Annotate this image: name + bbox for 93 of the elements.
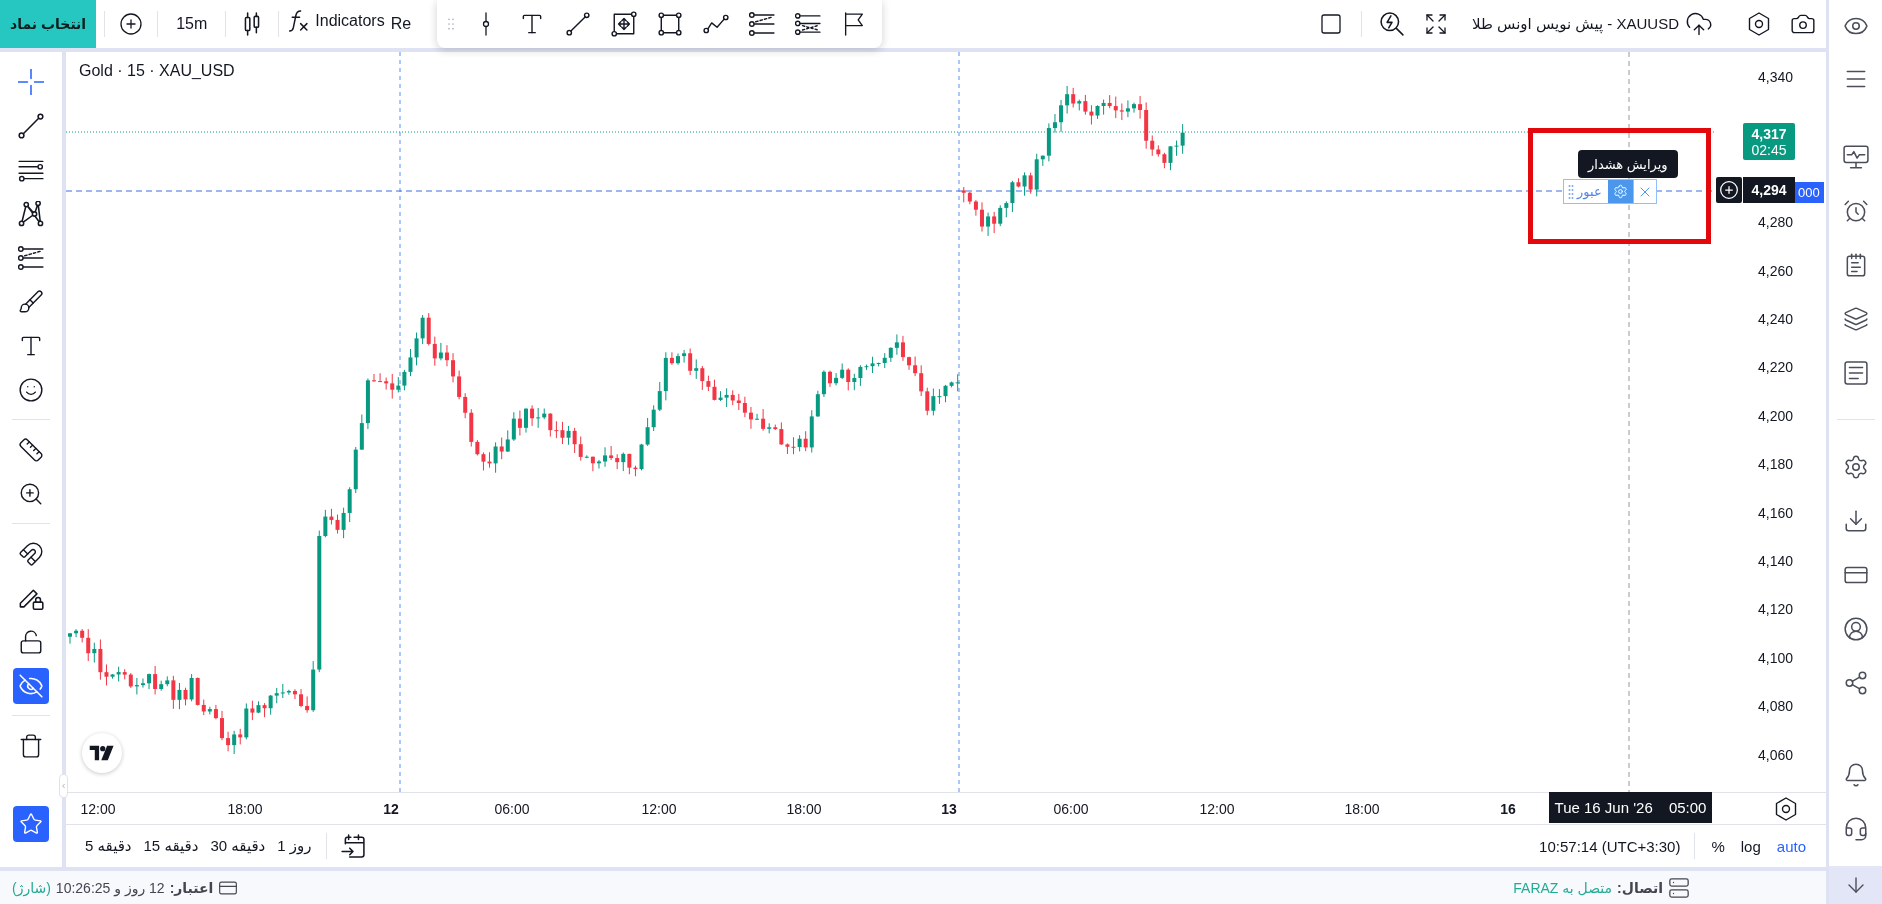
rectangle-icon[interactable] bbox=[658, 12, 682, 36]
crosshair-price-tag: 4,294 bbox=[1743, 177, 1795, 203]
countdown-timer: 02:45 bbox=[1751, 141, 1787, 158]
alert-label: عبور bbox=[1575, 183, 1603, 202]
time-range-button[interactable]: 5 دقیقه bbox=[79, 833, 138, 859]
monitor-pulse-icon[interactable] bbox=[1842, 144, 1869, 170]
trend-line-icon[interactable] bbox=[18, 113, 44, 139]
function-icon[interactable] bbox=[287, 10, 310, 32]
alert-settings-button[interactable] bbox=[1607, 180, 1633, 203]
connection-value: متصل به FARAZ bbox=[1513, 879, 1613, 896]
price-axis[interactable]: 4,340 4,280 4,260 4,240 4,220 4,200 4,180 4,160 4,140 4,120 4,100 4,080 4,060 4,317 02:45 4,294 000 bbox=[1714, 52, 1826, 792]
interval-button[interactable]: 15m bbox=[166, 0, 218, 48]
time-label: 18:00 bbox=[1344, 800, 1380, 817]
drag-handle-icon[interactable] bbox=[445, 18, 457, 30]
time-axis[interactable]: 12:00 18:00 12 06:00 12:00 18:00 13 06:00 12:00 18:00 16 Tue 16 Jun '26 05:00 bbox=[66, 792, 1826, 824]
time-label: 12:00 bbox=[80, 800, 116, 817]
headset-icon[interactable] bbox=[1842, 816, 1869, 842]
scale-mode-button[interactable]: log bbox=[1732, 833, 1769, 859]
fullscreen-icon[interactable] bbox=[1424, 12, 1448, 36]
price-label: 4,100 bbox=[1758, 649, 1794, 666]
time-label: 06:00 bbox=[1053, 800, 1089, 817]
time-label: 12:00 bbox=[1199, 800, 1235, 817]
server-icon bbox=[1668, 876, 1690, 899]
alert-price-tag: 000 bbox=[1795, 182, 1824, 203]
symbol-search-button[interactable]: انتخاب نماد bbox=[0, 0, 97, 48]
time-label: 12 bbox=[383, 800, 399, 817]
chart-legend: Gold · 15 · XAU_USD bbox=[79, 62, 235, 80]
download-icon[interactable] bbox=[1842, 508, 1869, 534]
fib-lines-icon[interactable] bbox=[795, 11, 821, 37]
calendar-arrow-icon[interactable] bbox=[340, 834, 365, 858]
pattern-icon[interactable] bbox=[18, 201, 44, 227]
price-label: 4,060 bbox=[1758, 746, 1794, 763]
document-list-icon[interactable] bbox=[1843, 361, 1868, 385]
brush-icon[interactable] bbox=[18, 289, 44, 315]
flag-icon[interactable] bbox=[842, 12, 866, 36]
settings-icon[interactable] bbox=[1842, 454, 1869, 480]
plus-circle-icon[interactable] bbox=[119, 12, 144, 36]
time-label: 18:00 bbox=[786, 800, 822, 817]
price-label: 4,260 bbox=[1758, 262, 1794, 279]
alert-widget[interactable]: عبور bbox=[1563, 179, 1657, 204]
time-label: 13 bbox=[941, 800, 957, 817]
price-label: 4,140 bbox=[1758, 553, 1794, 569]
price-label: 4,340 bbox=[1758, 69, 1794, 85]
hexagon-icon[interactable] bbox=[1747, 12, 1771, 36]
tooltip: ویرایش هشدار bbox=[1578, 150, 1678, 178]
price-label: 4,120 bbox=[1758, 601, 1794, 618]
connection-label: اتصال: bbox=[1617, 879, 1663, 896]
credit-value: 12 روز و 10:26:25 bbox=[55, 879, 165, 896]
toolbar-button[interactable]: Re bbox=[384, 0, 418, 48]
arrow-down-icon[interactable] bbox=[1829, 866, 1882, 904]
credit-label: اعتبار: bbox=[169, 879, 214, 896]
price-label: 4,160 bbox=[1758, 504, 1794, 521]
chart-title: XAUUSD - پیش نویس اونس طلا bbox=[1472, 15, 1679, 33]
time-range-button[interactable]: 30 دقیقه bbox=[204, 833, 272, 859]
timezone-button[interactable]: 10:57:14 (UTC+3:30) bbox=[1533, 833, 1687, 859]
alarm-clock-icon[interactable] bbox=[1842, 198, 1869, 224]
move-box-icon[interactable] bbox=[611, 11, 637, 37]
logo-icon[interactable] bbox=[82, 733, 122, 773]
magnet-icon[interactable] bbox=[18, 541, 44, 567]
grip-icon[interactable] bbox=[1568, 183, 1574, 200]
smiley-icon[interactable] bbox=[18, 377, 44, 403]
user-icon[interactable] bbox=[1842, 616, 1869, 642]
trash-icon[interactable] bbox=[18, 733, 44, 759]
crosshair-icon[interactable] bbox=[18, 69, 44, 95]
trend-line-icon[interactable] bbox=[566, 12, 590, 36]
zoom-in-icon[interactable] bbox=[18, 481, 44, 507]
indicators-button[interactable]: Indicators bbox=[287, 0, 385, 48]
cloud-upload-icon[interactable] bbox=[1685, 10, 1713, 38]
layers-icon[interactable] bbox=[1842, 306, 1869, 332]
price-label: 4,080 bbox=[1758, 698, 1794, 715]
time-range-button[interactable]: 1 روز bbox=[271, 833, 318, 859]
crosshair-time-tag: Tue 16 Jun '26 05:00 bbox=[1549, 792, 1712, 823]
time-range-button[interactable]: 15 دقیقه bbox=[137, 833, 205, 859]
time-label: 12:00 bbox=[641, 800, 677, 817]
time-label: 18:00 bbox=[227, 800, 263, 817]
square-icon[interactable] bbox=[1319, 12, 1343, 36]
price-label: 4,280 bbox=[1758, 214, 1794, 231]
time-label: 06:00 bbox=[494, 800, 530, 817]
scale-mode-button[interactable]: % bbox=[1703, 833, 1733, 859]
price-label: 4,220 bbox=[1758, 359, 1794, 376]
scale-mode-button[interactable]: auto bbox=[1768, 833, 1814, 859]
hexagon-icon[interactable] bbox=[1774, 796, 1798, 821]
open-padlock-icon[interactable] bbox=[18, 629, 44, 655]
lightning-search-icon[interactable] bbox=[1380, 12, 1404, 36]
price-label: 4,240 bbox=[1758, 311, 1794, 327]
price-label: 4,180 bbox=[1758, 456, 1794, 473]
time-label: 16 bbox=[1500, 800, 1516, 817]
fib-lines-icon[interactable] bbox=[749, 11, 775, 37]
eye-off-icon[interactable] bbox=[13, 668, 49, 704]
ruler-icon[interactable] bbox=[18, 437, 44, 463]
last-price: 4,317 bbox=[1751, 125, 1787, 142]
price-label: 4,200 bbox=[1758, 407, 1794, 424]
fib-lines-icon[interactable] bbox=[18, 245, 44, 271]
